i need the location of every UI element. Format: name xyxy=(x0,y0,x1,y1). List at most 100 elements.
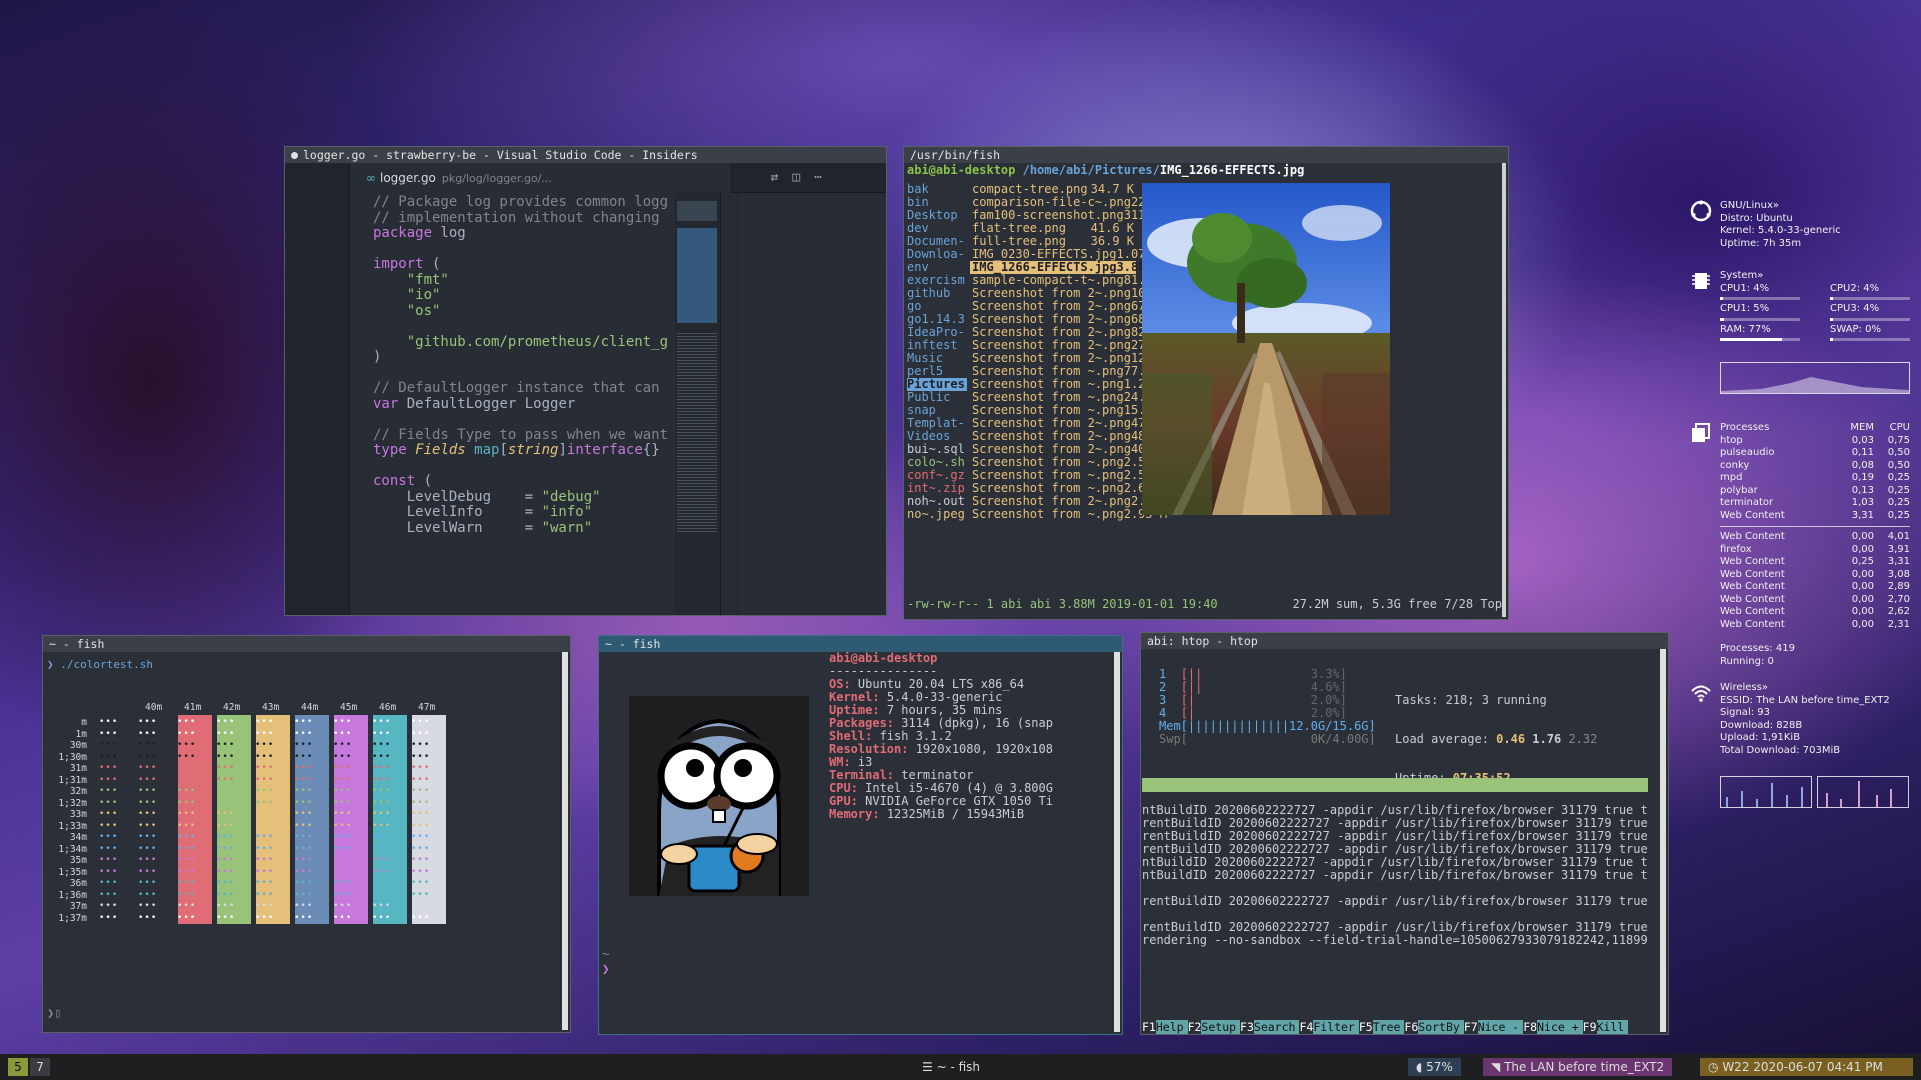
color-sample: ••• xyxy=(216,797,236,808)
process-name: Web Content xyxy=(1720,531,1785,542)
htop-titlebar[interactable]: abi: htop - htop xyxy=(1141,633,1668,649)
editor-scrollbar[interactable] xyxy=(720,193,740,615)
process-name: Web Content xyxy=(1720,606,1785,617)
tab-path: pkg/log/logger.go/... xyxy=(441,172,552,185)
process-name: mpd xyxy=(1720,472,1743,483)
ranger-statusbar: -rw-rw-r-- 1 abi abi 3.88M 2019-01-01 19… xyxy=(907,597,1502,611)
wifi-module[interactable]: ◥ The LAN before time_EXT2 xyxy=(1483,1058,1673,1076)
ranger-titlebar[interactable]: /usr/bin/fish xyxy=(904,147,1508,163)
process-mem: 1,03 xyxy=(1851,497,1874,508)
process-name: terminator xyxy=(1720,497,1774,508)
colortest-titlebar[interactable]: ~ - fish xyxy=(43,636,570,652)
code-token: ] xyxy=(558,442,567,458)
color-sample: ••• xyxy=(216,728,236,739)
fkey-action-sortby[interactable]: SortBy xyxy=(1418,1020,1464,1034)
tab-logger-go[interactable]: ∞ logger.go pkg/log/logger.go/... xyxy=(350,163,730,193)
fkey-action-filter[interactable]: Filter xyxy=(1313,1020,1359,1034)
neofetch-key: Resolution xyxy=(829,742,902,756)
clock-module[interactable]: ◷ W22 2020-06-07 04:41 PM xyxy=(1700,1058,1913,1076)
color-sample: ••• xyxy=(294,832,314,842)
minimap[interactable] xyxy=(675,193,720,615)
color-sample: ••• xyxy=(333,728,353,739)
color-sample: ••• xyxy=(177,866,197,877)
neofetch-scrollbar[interactable] xyxy=(1114,652,1120,1032)
color-sample: ••• xyxy=(138,786,158,796)
htop-process-list[interactable]: ntBuildID 20200602222727 -appdir /usr/li… xyxy=(1142,793,1648,947)
process-name: Web Content xyxy=(1720,618,1785,630)
neofetch-value: 7 hours, 35 mins xyxy=(886,703,1003,717)
ranger-window[interactable]: /usr/bin/fish abi@abi-desktop /home/abi/… xyxy=(903,146,1509,620)
workspace-5[interactable]: 5 xyxy=(8,1058,28,1076)
conky-wireless: Wireless» ESSID: The LAN before time_EXT… xyxy=(1720,682,1910,757)
vscode-titlebar[interactable]: logger.go - strawberry-be - Visual Studi… xyxy=(285,147,886,163)
fkey-action-search[interactable]: Search xyxy=(1253,1020,1300,1034)
code-token: // DefaultLogger instance that can be us… xyxy=(373,380,669,396)
fkey-action-nice[interactable]: Nice + xyxy=(1537,1020,1583,1034)
htop-scrollbar[interactable] xyxy=(1660,649,1666,1032)
fkey-number: F3 xyxy=(1240,1020,1254,1034)
fkey-action-kill[interactable]: Kill xyxy=(1596,1020,1629,1034)
neofetch-titlebar[interactable]: ~ - fish xyxy=(599,636,1122,652)
code-token: string xyxy=(507,442,559,458)
download-rate: Download: 828B xyxy=(1720,719,1803,731)
fkey-action-nice[interactable]: Nice - xyxy=(1477,1020,1524,1034)
code-token: // Fields Type to pass when we want to c… xyxy=(373,426,669,443)
image-preview xyxy=(1142,183,1390,515)
fkey-action-tree[interactable]: Tree xyxy=(1372,1020,1405,1034)
tab-label: logger.go xyxy=(380,171,436,185)
volume-module[interactable]: ◖ 57% xyxy=(1408,1058,1461,1076)
neofetch-prompt[interactable]: ~ ❯ xyxy=(602,946,610,976)
color-sample: ••• xyxy=(177,855,197,865)
workspace-7[interactable]: 7 xyxy=(30,1058,50,1076)
code-token: "os" xyxy=(406,302,441,319)
command-text: ./colortest.sh xyxy=(60,658,153,671)
meter-space xyxy=(1166,693,1180,707)
code-token: {} xyxy=(642,442,660,458)
process-row: pulseaudio 0,11 0,50 xyxy=(1720,447,1910,460)
compare-changes-icon[interactable]: ⇄ xyxy=(771,170,779,185)
process-cpu: 0,50 xyxy=(1887,447,1910,458)
vscode-window[interactable]: logger.go - strawberry-be - Visual Studi… xyxy=(284,146,887,616)
speaker-icon: ◖ xyxy=(1416,1060,1423,1074)
color-sample: ••• xyxy=(411,889,431,900)
color-sample: ••• xyxy=(294,866,314,877)
more-actions-icon[interactable]: ⋯ xyxy=(814,170,822,185)
color-sample: ••• xyxy=(216,901,236,911)
file-name: Screenshot from ~.png xyxy=(972,507,1124,521)
fkey-action-help[interactable]: Help xyxy=(1155,1020,1188,1034)
code-editor[interactable]: // Package log provides common logging f… xyxy=(373,195,669,615)
colortest-terminal[interactable]: ~ - fish ❯ ./colortest.sh 40m 41m 42m 43m 44… xyxy=(42,635,571,1033)
htop-window[interactable]: abi: htop - htop 1 [|| 3.3%] 2 [|| 4.6%] 3… xyxy=(1140,632,1669,1035)
split-editor-icon[interactable]: ◫ xyxy=(792,170,800,185)
mem-header: MEM xyxy=(1850,422,1874,433)
dir-entry[interactable]: no~.jpeg xyxy=(907,508,967,521)
file-entry[interactable]: Screenshot from ~.png2.95 M xyxy=(970,507,1167,521)
colortest-scrollbar[interactable] xyxy=(562,652,568,1030)
go-icon: ∞ xyxy=(366,171,376,185)
cpu-bar: [|| xyxy=(1180,667,1203,681)
process-mem: 0,00 xyxy=(1851,568,1874,580)
code-token: log xyxy=(432,225,466,241)
colortest-prompt[interactable]: ❯▯ xyxy=(47,1006,61,1020)
column-header: 42m xyxy=(223,702,241,713)
color-sample: ••• xyxy=(99,901,119,911)
meter-pad xyxy=(1202,680,1310,694)
swap-meter: SWAP: 0% xyxy=(1830,324,1910,345)
row-label: 1;37m xyxy=(58,912,87,924)
fkey-action-setup[interactable]: Setup xyxy=(1201,1020,1241,1034)
conky-processes: Processes MEM CPU htop 0,03 0,75 pulseaudio 0,… xyxy=(1720,422,1910,668)
process-row[interactable]: rentBuildID 20200602222727 -appdir /usr/… xyxy=(1142,895,1648,908)
neofetch-info: abi@abi-desktop --------------- OS: Ubun… xyxy=(829,652,1053,821)
process-row: Web Content 0,25 3,31 xyxy=(1720,556,1910,569)
color-sample: ••• xyxy=(177,901,197,911)
color-sample: ••• xyxy=(255,797,275,808)
color-sample: ••• xyxy=(294,751,314,762)
color-sample: ••• xyxy=(177,751,197,762)
ranger-scrollbar[interactable] xyxy=(1502,163,1506,617)
neofetch-terminal[interactable]: ~ - fish abi@abi-desktop ---------------… xyxy=(598,635,1123,1035)
cpu-bar: [|| xyxy=(1180,680,1203,694)
process-row[interactable]: rendering --no-sandbox --field-trial-han… xyxy=(1142,934,1648,947)
process-row[interactable]: ntBuildID 20200602222727 -appdir /usr/li… xyxy=(1142,869,1648,882)
